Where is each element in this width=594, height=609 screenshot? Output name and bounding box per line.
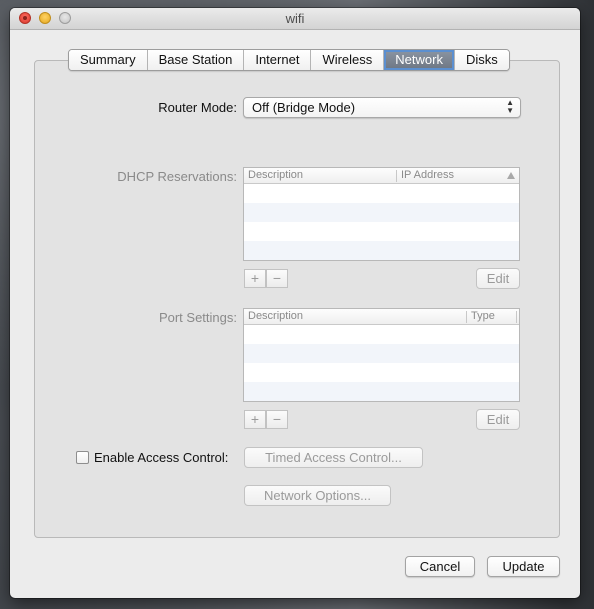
sort-ascending-icon [507, 172, 515, 179]
cancel-button[interactable]: Cancel [405, 556, 475, 577]
dhcp-table-header: Description IP Address [244, 168, 519, 184]
table-row [244, 344, 519, 363]
close-window-icon[interactable] [19, 12, 31, 24]
tab-summary[interactable]: Summary [69, 50, 148, 70]
table-row [244, 222, 519, 241]
port-settings-table[interactable]: Description Type [243, 308, 520, 402]
tab-internet[interactable]: Internet [244, 50, 312, 70]
tab-base-station[interactable]: Base Station [147, 50, 245, 70]
update-button[interactable]: Update [487, 556, 560, 577]
dhcp-remove-button[interactable]: − [266, 269, 288, 288]
minimize-window-icon[interactable] [39, 12, 51, 24]
port-table-header: Description Type [244, 309, 519, 325]
title-bar[interactable]: wifi [10, 8, 580, 30]
table-row [244, 363, 519, 382]
table-row [244, 203, 519, 222]
enable-access-control-checkbox[interactable] [76, 451, 89, 464]
tab-bar: Summary Base Station Internet Wireless N… [68, 49, 510, 71]
table-row [244, 184, 519, 203]
router-mode-label: Router Mode: [158, 100, 237, 115]
dhcp-column-ip-address[interactable]: IP Address [397, 168, 454, 183]
router-mode-value: Off (Bridge Mode) [252, 100, 356, 115]
port-add-button[interactable]: + [244, 410, 266, 429]
airport-utility-window: wifi Summary Base Station Internet Wirel… [10, 8, 580, 598]
timed-access-control-button[interactable]: Timed Access Control... [244, 447, 423, 468]
tab-wireless[interactable]: Wireless [311, 50, 385, 70]
port-remove-button[interactable]: − [266, 410, 288, 429]
dhcp-column-description[interactable]: Description [244, 168, 303, 183]
dhcp-edit-button[interactable]: Edit [476, 268, 520, 289]
popup-arrows-icon: ▲ ▼ [506, 98, 514, 115]
window-title: wifi [285, 11, 305, 26]
tab-disks[interactable]: Disks [454, 50, 509, 70]
port-settings-label: Port Settings: [158, 310, 237, 325]
table-row [244, 241, 519, 260]
zoom-window-icon[interactable] [59, 12, 71, 24]
network-options-button[interactable]: Network Options... [244, 485, 391, 506]
table-row [244, 382, 519, 401]
port-column-description[interactable]: Description [244, 309, 303, 324]
dhcp-reservations-table[interactable]: Description IP Address [243, 167, 520, 261]
tab-network[interactable]: Network [384, 50, 455, 70]
enable-access-control-label[interactable]: Enable Access Control: [94, 450, 228, 465]
dhcp-add-button[interactable]: + [244, 269, 266, 288]
table-row [244, 325, 519, 344]
port-column-type[interactable]: Type [467, 309, 495, 324]
router-mode-popup[interactable]: Off (Bridge Mode) ▲ ▼ [243, 97, 521, 118]
port-edit-button[interactable]: Edit [476, 409, 520, 430]
dhcp-reservations-label: DHCP Reservations: [117, 169, 237, 184]
